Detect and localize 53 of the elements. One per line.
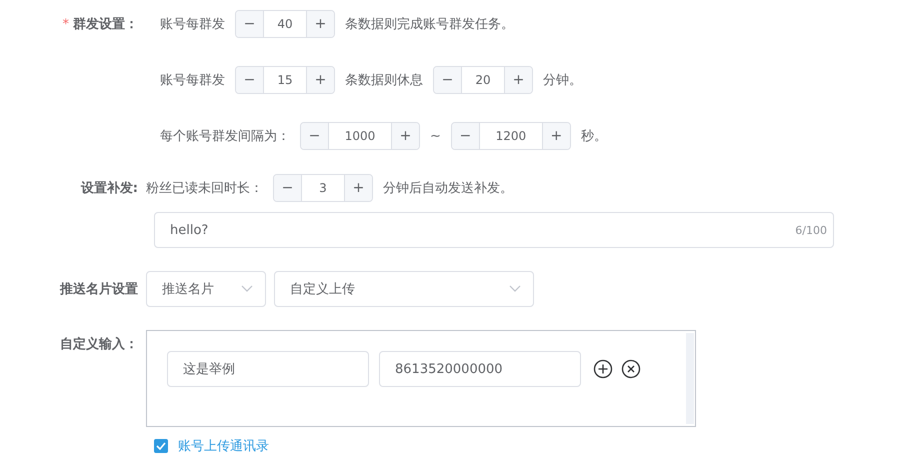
decrement-button[interactable]: − [274,175,302,201]
checkbox-label: 账号上传通讯录 [178,438,269,455]
increment-button[interactable]: + [504,67,532,93]
stepper-value: 15 [276,72,294,89]
checkbox[interactable] [154,439,168,453]
message-field[interactable]: hello? 6/100 [154,212,834,248]
form-text: 粉丝已读未回时长： [146,180,263,197]
character-counter: 6/100 [795,224,827,236]
increment-button[interactable]: + [344,175,372,201]
decrement-button[interactable]: − [301,123,329,149]
decrement-button[interactable]: − [452,123,480,149]
form-text: 分钟。 [543,72,582,89]
field-label: 推送名片设置 [60,281,138,298]
increment-button[interactable]: + [391,123,419,149]
input-field[interactable]: 8613520000000 [379,351,581,387]
stepper-value: 1200 [494,128,528,145]
form-text: 账号每群发 [160,16,225,33]
field-label: 设置补发: [80,180,138,197]
form-text: 每个账号群发间隔为： [160,128,290,145]
stepper-value: 1000 [344,128,376,145]
message-text: hello? [170,222,208,238]
number-stepper[interactable]: − 1000 + [300,122,420,150]
stepper-value: 3 [318,180,328,197]
dropdown-select[interactable]: 推送名片 [146,271,266,307]
form-text: 条数据则完成账号群发任务。 [345,16,514,33]
scrollbar[interactable] [686,333,694,424]
stepper-value: 20 [474,72,492,89]
increment-button[interactable]: + [306,67,334,93]
form-text: 账号每群发 [160,72,225,89]
stepper-value: 40 [276,16,294,33]
increment-button[interactable]: + [306,11,334,37]
field-label: 自定义输入： [60,336,138,353]
remove-circle-icon[interactable] [621,359,641,379]
number-stepper[interactable]: − 40 + [235,10,335,38]
number-stepper[interactable]: − 15 + [235,66,335,94]
input-field[interactable]: 这是举例 [167,351,369,387]
field-label: 群发设置： [73,16,138,33]
form-text: 秒。 [580,128,607,145]
decrement-button[interactable]: − [236,67,264,93]
number-stepper[interactable]: − 3 + [273,174,373,202]
increment-button[interactable]: + [542,123,570,149]
form-text: 条数据则休息 [345,72,423,89]
chevron-down-icon [509,285,521,293]
required-mark: * [62,16,69,32]
form-text: 分钟后自动发送补发。 [383,180,513,197]
dropdown-select[interactable]: 自定义上传 [274,271,534,307]
number-stepper[interactable]: − 1200 + [450,122,571,150]
number-stepper[interactable]: − 20 + [433,66,533,94]
add-circle-icon[interactable] [593,359,613,379]
decrement-button[interactable]: − [434,67,462,93]
chevron-down-icon [241,285,253,293]
decrement-button[interactable]: − [236,11,264,37]
form-text: ~ [430,128,441,144]
